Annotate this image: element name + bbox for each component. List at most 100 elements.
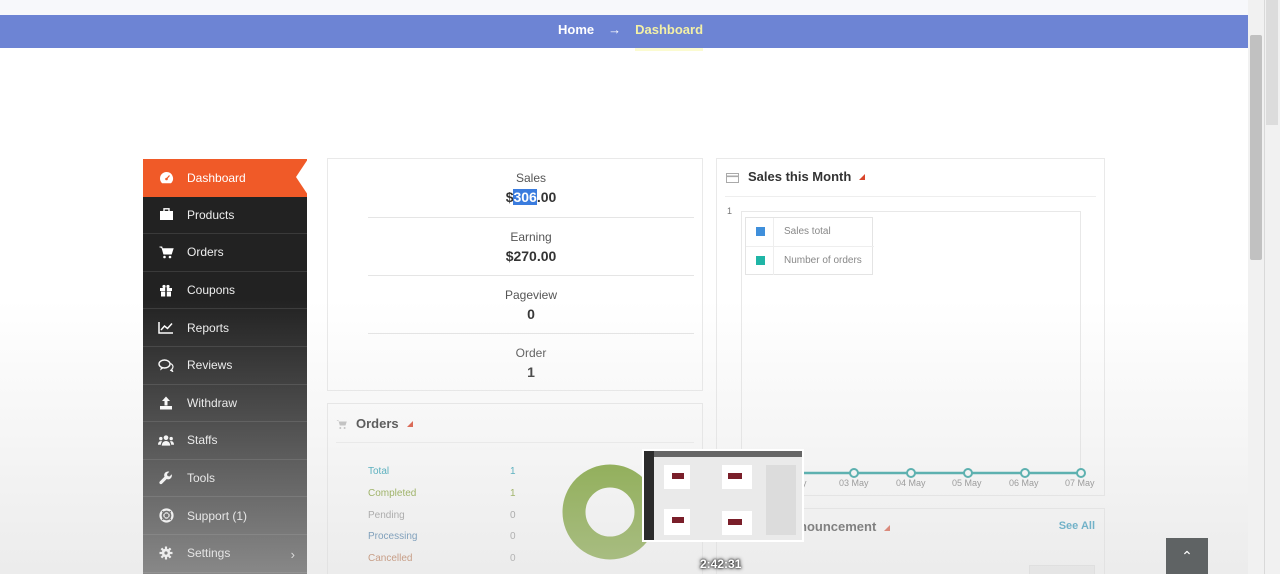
announcement-title: nouncement	[799, 519, 891, 534]
scrollbar-divider	[1264, 0, 1265, 574]
upload-icon	[158, 395, 174, 411]
x-tick-label: 05 May	[952, 478, 982, 488]
order-status-count: 1	[510, 488, 516, 499]
donut-slice-completed	[562, 464, 658, 560]
sidebar-item-label: Reports	[187, 320, 230, 335]
thumbnail-content	[664, 465, 796, 535]
sales-this-month-card: Sales this Month 1 Sales total Number of…	[716, 158, 1105, 496]
x-tick-label: 07 May	[1065, 478, 1095, 488]
order-status-count: 1	[510, 466, 516, 477]
cart-icon	[158, 244, 174, 260]
collapse-toggle-icon[interactable]	[884, 525, 891, 531]
order-status-count: 0	[510, 531, 516, 542]
legend-label: Sales total	[784, 226, 831, 237]
order-status-label: Total	[368, 466, 390, 477]
chart-legend: Sales total Number of orders	[745, 217, 874, 276]
wrench-icon	[158, 470, 174, 486]
sidebar-item-label: Tools	[187, 471, 216, 486]
sidebar-item-label: Withdraw	[187, 395, 238, 410]
order-status-count: 0	[510, 510, 516, 521]
sales-month-title: Sales this Month	[748, 169, 852, 184]
divider	[336, 442, 694, 443]
collapse-toggle-icon[interactable]	[406, 420, 413, 427]
collapse-toggle-icon[interactable]	[859, 173, 866, 180]
cart-icon	[336, 418, 348, 429]
scrollbar-thumb[interactable]	[1250, 35, 1262, 260]
pageview-label: Pageview	[504, 288, 558, 302]
sidebar-item-support[interactable]: Support (1)	[143, 497, 307, 535]
orders-header: Orders	[336, 416, 413, 431]
sidebar-item-products[interactable]: Products	[143, 197, 307, 235]
sidebar-item-label: Settings	[187, 546, 231, 561]
dashboard-icon	[158, 170, 174, 186]
chevron-up-icon: ⌃	[1181, 547, 1193, 564]
scrollbar-thumb-secondary[interactable]	[1266, 0, 1278, 125]
breadcrumb-home-link[interactable]: Home	[558, 22, 594, 37]
chart-point[interactable]	[849, 468, 859, 478]
sales-stat: Sales $306.00	[368, 171, 694, 218]
sales-value: $306.00	[368, 189, 694, 205]
top-strip	[0, 0, 1248, 15]
y-axis-tick: 1	[727, 206, 733, 216]
thumbnail-sidebar	[644, 451, 654, 540]
legend-item-sales-total[interactable]: Sales total	[746, 218, 874, 247]
sidebar-item-reports[interactable]: Reports	[143, 309, 307, 347]
sidebar-item-reviews[interactable]: Reviews	[143, 347, 307, 385]
legend-label: Number of orders	[784, 255, 862, 266]
sidebar-item-settings[interactable]: Settings ›	[143, 535, 307, 573]
sidebar-item-orders[interactable]: Orders	[143, 234, 307, 272]
video-timecode: 2:42:31	[700, 557, 742, 571]
thumbnail-toolbar	[644, 451, 802, 457]
sales-month-header: Sales this Month	[726, 169, 866, 184]
pageview-stat: Pageview 0	[368, 288, 694, 334]
breadcrumb-bar: Home → Dashboard	[0, 15, 1248, 51]
sidebar-nav: Dashboard Products Orders Coupons Report…	[143, 159, 308, 574]
order-status-label: Cancelled	[368, 553, 413, 564]
sidebar-item-dashboard[interactable]: Dashboard	[143, 159, 308, 197]
chart-point[interactable]	[1020, 468, 1030, 478]
pageview-value: 0	[527, 306, 535, 322]
see-all-link[interactable]: See All	[1059, 520, 1095, 532]
order-stat: Order 1	[368, 346, 694, 386]
lifebuoy-icon	[158, 508, 174, 524]
sidebar-item-label: Orders	[187, 245, 224, 260]
order-status-pending[interactable]: Pending 0	[368, 510, 516, 521]
chart-point[interactable]	[1076, 468, 1086, 478]
sales-value-selected: 306	[513, 189, 537, 205]
order-value: 1	[527, 364, 535, 380]
scrollbar[interactable]	[1248, 0, 1280, 574]
credit-card-icon	[726, 171, 740, 183]
sidebar-item-tools[interactable]: Tools	[143, 460, 307, 498]
legend-swatch	[746, 218, 774, 246]
order-status-count: 0	[510, 553, 516, 564]
earning-stat: Earning $270.00	[368, 230, 694, 276]
chart-point[interactable]	[963, 468, 973, 478]
orders-title: Orders	[356, 416, 399, 431]
users-icon	[158, 432, 174, 448]
legend-item-number-of-orders[interactable]: Number of orders	[746, 247, 874, 276]
order-status-label: Processing	[368, 531, 418, 542]
briefcase-icon	[158, 207, 174, 223]
order-status-processing[interactable]: Processing 0	[368, 531, 516, 542]
breadcrumb-arrow-icon: →	[608, 21, 622, 37]
order-status-completed[interactable]: Completed 1	[368, 488, 516, 499]
legend-swatch	[746, 247, 774, 275]
order-status-total[interactable]: Total 1	[368, 466, 516, 477]
sidebar-item-withdraw[interactable]: Withdraw	[143, 385, 307, 423]
x-tick-label: 03 May	[839, 478, 869, 488]
sidebar-item-coupons[interactable]: Coupons	[143, 272, 307, 310]
order-status-label: Completed	[368, 488, 417, 499]
x-tick-label: 06 May	[1009, 478, 1039, 488]
sidebar-item-label: Staffs	[187, 433, 218, 448]
back-to-top-button[interactable]: ⌃	[1166, 538, 1208, 574]
line-chart-icon	[158, 320, 174, 336]
sidebar-item-label: Dashboard	[187, 170, 246, 185]
chart-point[interactable]	[906, 468, 916, 478]
gear-icon	[158, 545, 174, 561]
order-label: Order	[515, 346, 547, 360]
announcement-date-badge	[1029, 565, 1095, 574]
earning-label: Earning	[510, 230, 552, 244]
sidebar-item-label: Coupons	[187, 283, 236, 298]
order-status-cancelled[interactable]: Cancelled 0	[368, 553, 516, 564]
sidebar-item-staffs[interactable]: Staffs	[143, 422, 307, 460]
